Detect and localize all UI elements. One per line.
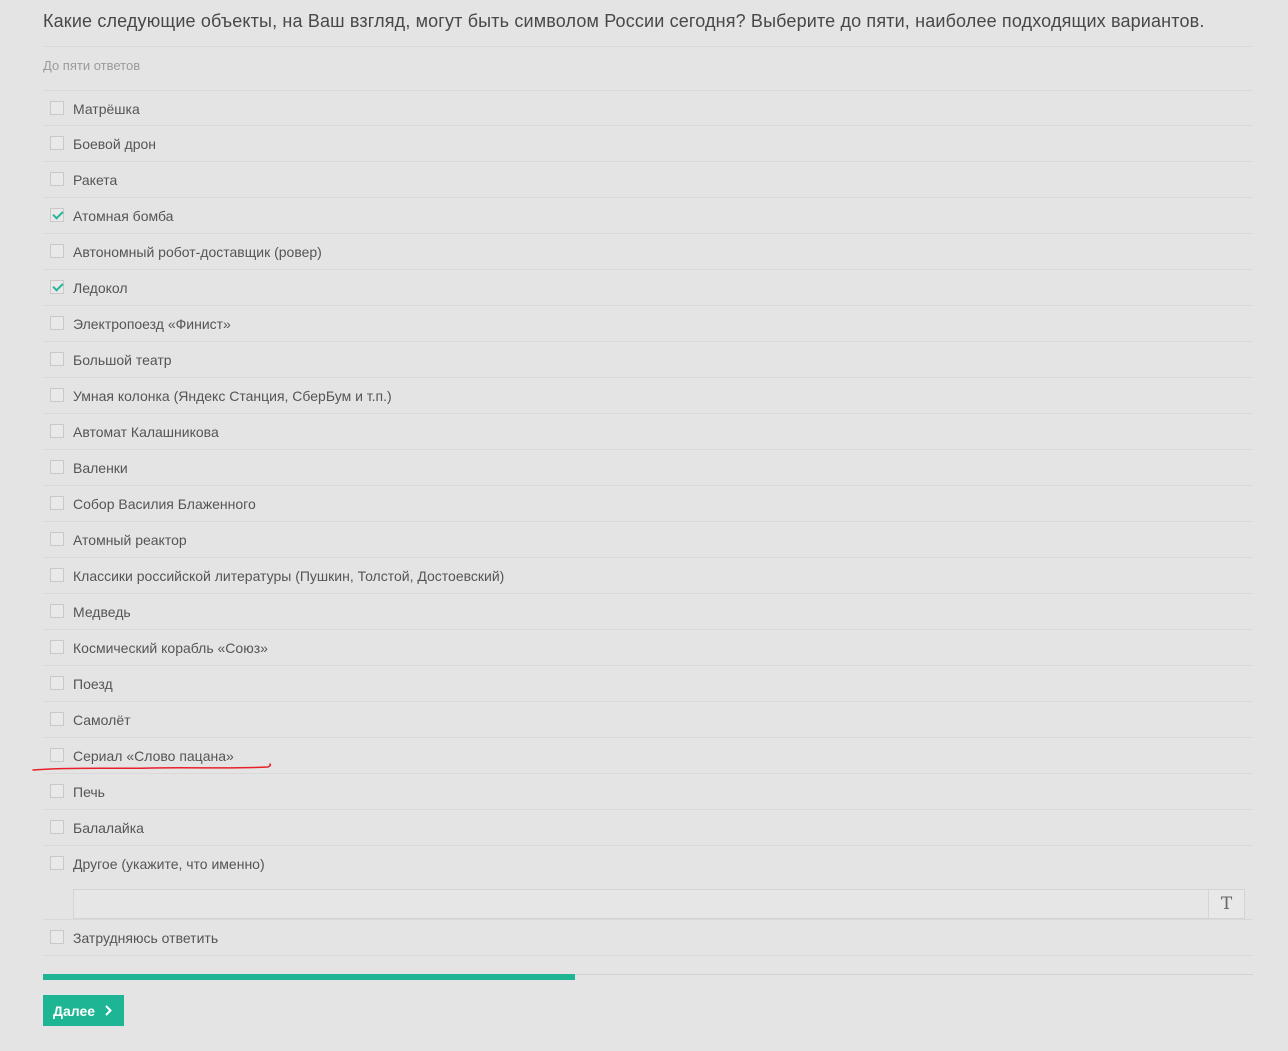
option-6[interactable]: Электропоезд «Финист» <box>43 306 1253 342</box>
option-19-label[interactable]: Печь <box>73 783 105 801</box>
question-divider <box>43 46 1253 47</box>
option-20[interactable]: Балалайка <box>43 810 1253 846</box>
option-12-label[interactable]: Атомный реактор <box>73 531 187 549</box>
option-13-checkbox[interactable] <box>50 568 64 582</box>
option-16-checkbox[interactable] <box>50 676 64 690</box>
option-1-checkbox[interactable] <box>50 136 64 150</box>
option-6-label[interactable]: Электропоезд «Финист» <box>73 315 231 333</box>
option-11-checkbox[interactable] <box>50 496 64 510</box>
option-19[interactable]: Печь <box>43 774 1253 810</box>
option-other[interactable]: Другое (укажите, что именно) T <box>43 846 1253 920</box>
option-2-checkbox[interactable] <box>50 172 64 186</box>
option-9-label[interactable]: Автомат Калашникова <box>73 423 219 441</box>
option-4-checkbox[interactable] <box>50 244 64 258</box>
option-8-checkbox[interactable] <box>50 388 64 402</box>
option-15[interactable]: Космический корабль «Союз» <box>43 630 1253 666</box>
option-1-label[interactable]: Боевой дрон <box>73 135 156 153</box>
option-7[interactable]: Большой театр <box>43 342 1253 378</box>
option-0[interactable]: Матрёшка <box>43 90 1253 126</box>
option-2-label[interactable]: Ракета <box>73 171 117 189</box>
option-22-checkbox[interactable] <box>50 930 64 944</box>
option-16[interactable]: Поезд <box>43 666 1253 702</box>
option-5-label[interactable]: Ледокол <box>73 279 128 297</box>
option-18-checkbox[interactable] <box>50 748 64 762</box>
option-12-checkbox[interactable] <box>50 532 64 546</box>
option-3-checkbox[interactable] <box>50 208 64 222</box>
option-6-checkbox[interactable] <box>50 316 64 330</box>
next-button[interactable]: Далее <box>43 995 124 1026</box>
option-22[interactable]: Затрудняюсь ответить <box>43 920 1253 956</box>
option-9[interactable]: Автомат Калашникова <box>43 414 1253 450</box>
option-1[interactable]: Боевой дрон <box>43 126 1253 162</box>
option-8-label[interactable]: Умная колонка (Яндекс Станция, СберБум и… <box>73 387 392 405</box>
option-4[interactable]: Автономный робот-доставщик (ровер) <box>43 234 1253 270</box>
option-14-checkbox[interactable] <box>50 604 64 618</box>
option-17-label[interactable]: Самолёт <box>73 711 131 729</box>
option-20-label[interactable]: Балалайка <box>73 819 144 837</box>
option-13-label[interactable]: Классики российской литературы (Пушкин, … <box>73 567 504 585</box>
option-15-checkbox[interactable] <box>50 640 64 654</box>
option-7-label[interactable]: Большой театр <box>73 351 172 369</box>
question-hint: До пяти ответов <box>43 58 141 73</box>
progress-fill <box>43 974 575 980</box>
option-other-label[interactable]: Другое (укажите, что именно) <box>73 855 265 873</box>
option-14[interactable]: Медведь <box>43 594 1253 630</box>
option-11[interactable]: Собор Василия Блаженного <box>43 486 1253 522</box>
option-3-label[interactable]: Атомная бомба <box>73 207 173 225</box>
option-15-label[interactable]: Космический корабль «Союз» <box>73 639 268 657</box>
other-text-input[interactable] <box>74 890 1220 918</box>
option-0-checkbox[interactable] <box>50 101 64 115</box>
option-19-checkbox[interactable] <box>50 784 64 798</box>
option-10[interactable]: Валенки <box>43 450 1253 486</box>
option-16-label[interactable]: Поезд <box>73 675 113 693</box>
text-format-icon[interactable]: T <box>1208 889 1245 919</box>
option-2[interactable]: Ракета <box>43 162 1253 198</box>
next-button-label: Далее <box>52 1002 96 1019</box>
option-other-checkbox[interactable] <box>50 856 64 870</box>
option-7-checkbox[interactable] <box>50 352 64 366</box>
option-8[interactable]: Умная колонка (Яндекс Станция, СберБум и… <box>43 378 1253 414</box>
option-17[interactable]: Самолёт <box>43 702 1253 738</box>
option-4-label[interactable]: Автономный робот-доставщик (ровер) <box>73 243 322 261</box>
option-10-checkbox[interactable] <box>50 460 64 474</box>
option-17-checkbox[interactable] <box>50 712 64 726</box>
option-5-checkbox[interactable] <box>50 280 64 294</box>
option-22-label[interactable]: Затрудняюсь ответить <box>73 929 218 947</box>
options-list: Матрёшка Боевой дрон Ракета Атомная бомб… <box>43 90 1253 956</box>
option-0-label[interactable]: Матрёшка <box>73 100 140 118</box>
red-underline-annotation <box>32 763 272 771</box>
option-9-checkbox[interactable] <box>50 424 64 438</box>
option-14-label[interactable]: Медведь <box>73 603 131 621</box>
option-20-checkbox[interactable] <box>50 820 64 834</box>
option-3[interactable]: Атомная бомба <box>43 198 1253 234</box>
option-13[interactable]: Классики российской литературы (Пушкин, … <box>43 558 1253 594</box>
chevron-right-icon <box>105 1005 112 1016</box>
question-text: Какие следующие объекты, на Ваш взгляд, … <box>43 11 1205 31</box>
option-11-label[interactable]: Собор Василия Блаженного <box>73 495 256 513</box>
option-5[interactable]: Ледокол <box>43 270 1253 306</box>
other-text-field: T <box>73 889 1245 919</box>
option-12[interactable]: Атомный реактор <box>43 522 1253 558</box>
option-10-label[interactable]: Валенки <box>73 459 128 477</box>
